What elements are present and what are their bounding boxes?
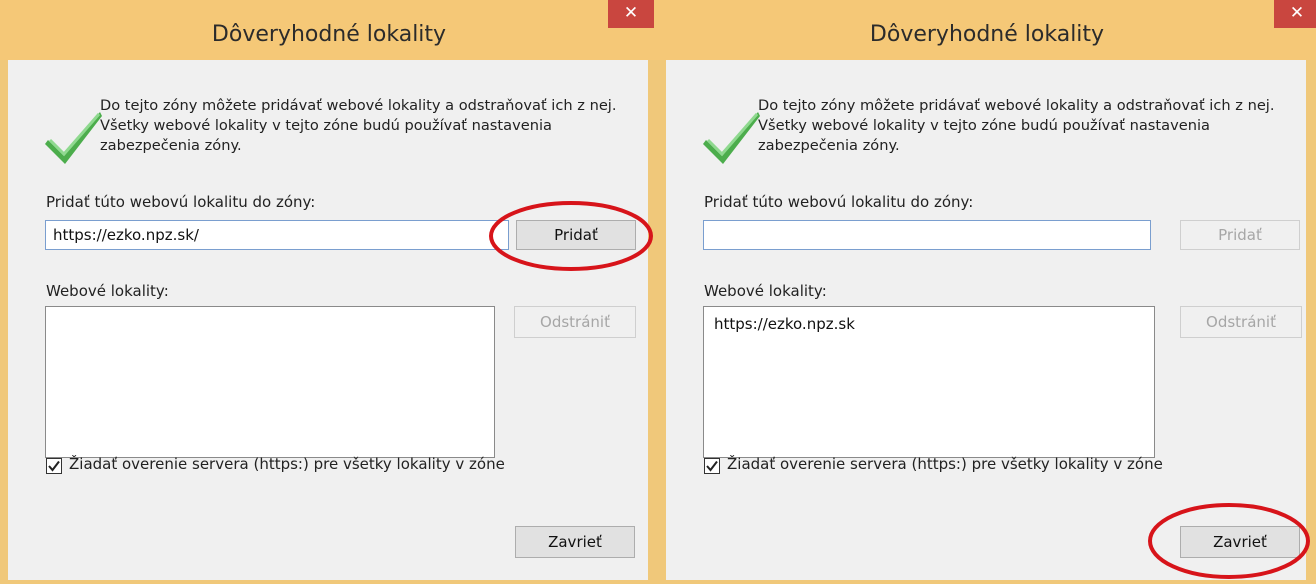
checkmark-icon bbox=[48, 460, 60, 472]
trusted-sites-dialog-before: Dôveryhodné lokality ✕ Do tejto zóny môž… bbox=[0, 0, 658, 584]
add-button[interactable]: Pridať bbox=[1180, 220, 1300, 250]
add-site-input[interactable]: https://ezko.npz.sk/ bbox=[45, 220, 509, 250]
sites-listbox[interactable] bbox=[45, 306, 495, 458]
close-icon[interactable]: ✕ bbox=[1274, 0, 1316, 28]
add-site-label: Pridať túto webovú lokalitu do zóny: bbox=[46, 193, 316, 211]
trusted-sites-dialog-after: Dôveryhodné lokality ✕ Do tejto zóny môž… bbox=[658, 0, 1316, 584]
remove-button[interactable]: Odstrániť bbox=[1180, 306, 1302, 338]
sites-label: Webové lokality: bbox=[704, 282, 827, 300]
description-text: Do tejto zóny môžete pridávať webové lok… bbox=[100, 97, 617, 154]
dialog-title: Dôveryhodné lokality bbox=[869, 22, 1105, 47]
require-https-label: Žiadať overenie servera (https:) pre vše… bbox=[69, 455, 505, 473]
title-bar[interactable]: Dôveryhodné lokality ✕ bbox=[658, 0, 1316, 60]
remove-button[interactable]: Odstrániť bbox=[514, 306, 636, 338]
close-button[interactable]: Zavrieť bbox=[515, 526, 635, 558]
description-text: Do tejto zóny môžete pridávať webové lok… bbox=[758, 97, 1275, 154]
dialog-client-area: Do tejto zóny môžete pridávať webové lok… bbox=[666, 60, 1306, 580]
checkmark-icon bbox=[706, 460, 718, 472]
require-https-checkbox[interactable] bbox=[46, 458, 62, 474]
list-item[interactable]: https://ezko.npz.sk bbox=[714, 315, 855, 333]
green-checkmark-icon bbox=[703, 112, 760, 164]
require-https-label: Žiadať overenie servera (https:) pre vše… bbox=[727, 455, 1163, 473]
dialog-title: Dôveryhodné lokality bbox=[211, 22, 447, 47]
title-bar[interactable]: Dôveryhodné lokality ✕ bbox=[0, 0, 658, 60]
close-button[interactable]: Zavrieť bbox=[1180, 526, 1300, 558]
sites-label: Webové lokality: bbox=[46, 282, 169, 300]
green-checkmark-icon bbox=[45, 112, 102, 164]
close-icon[interactable]: ✕ bbox=[608, 0, 654, 28]
sites-listbox[interactable]: https://ezko.npz.sk bbox=[703, 306, 1155, 458]
add-site-label: Pridať túto webovú lokalitu do zóny: bbox=[704, 193, 974, 211]
require-https-checkbox[interactable] bbox=[704, 458, 720, 474]
add-button[interactable]: Pridať bbox=[516, 220, 636, 250]
add-site-input[interactable] bbox=[703, 220, 1151, 250]
dialog-client-area: Do tejto zóny môžete pridávať webové lok… bbox=[8, 60, 648, 580]
